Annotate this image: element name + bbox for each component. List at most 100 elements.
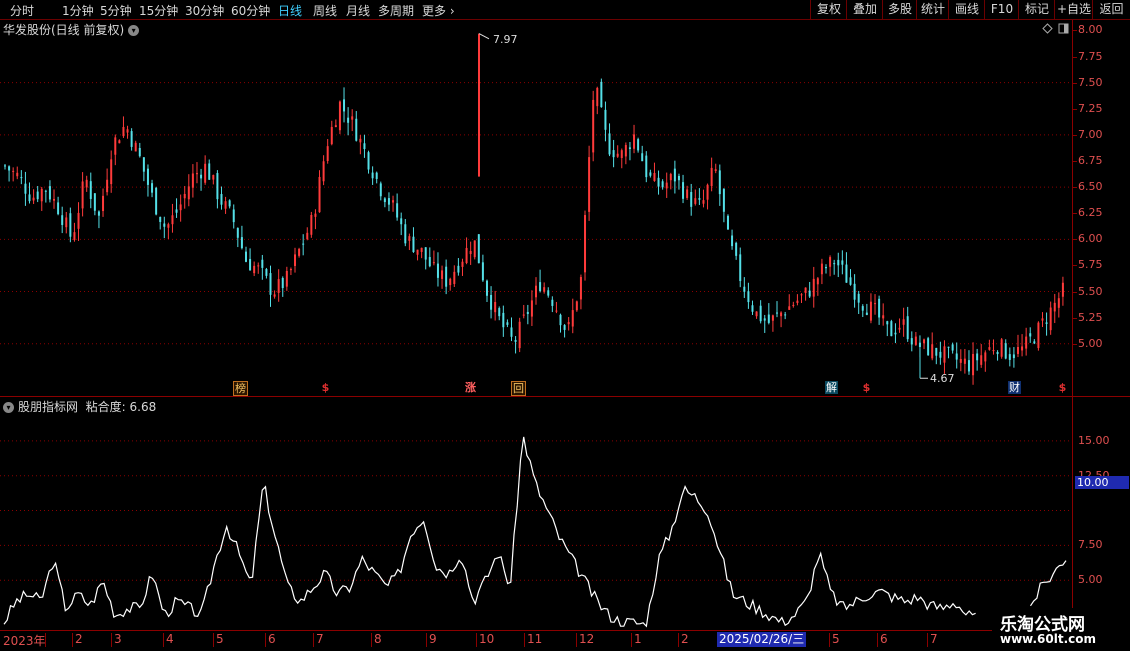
candle-body xyxy=(347,117,350,123)
marker-cai[interactable]: 财 xyxy=(1008,381,1021,394)
candle-body xyxy=(494,301,497,313)
time-label: 5 xyxy=(216,632,224,646)
candlestick-chart[interactable]: 7.97 4.67 xyxy=(0,20,1072,396)
fuquan-button[interactable]: 复权 xyxy=(810,0,847,19)
candle-body xyxy=(151,183,154,193)
candle-body xyxy=(535,285,537,298)
candle-body xyxy=(371,172,374,179)
candle-body xyxy=(584,215,587,273)
period-tab-60min[interactable]: 60分钟 xyxy=(231,2,270,19)
indicator-name: 股朋指标网 xyxy=(18,400,79,414)
period-tab-monthly[interactable]: 月线 xyxy=(346,2,370,19)
candle-body xyxy=(1037,322,1040,349)
marker-hui[interactable]: 回 xyxy=(511,381,526,396)
candle-body xyxy=(490,294,493,310)
marker-dollar[interactable]: $ xyxy=(860,381,873,394)
candle-body xyxy=(898,327,901,330)
candle-body xyxy=(763,318,766,321)
indicator-tick-label: 15.00 xyxy=(1078,433,1110,447)
marker-dollar[interactable]: $ xyxy=(1056,381,1069,394)
marker-zhang[interactable]: 涨 xyxy=(464,381,477,394)
period-tab-weekly[interactable]: 周线 xyxy=(313,2,337,19)
candle-body xyxy=(665,182,668,189)
price-tick-mark xyxy=(1072,82,1077,84)
period-tab-15min[interactable]: 15分钟 xyxy=(139,2,178,19)
candle-body xyxy=(992,349,995,352)
candle-body xyxy=(722,188,725,212)
candle-body xyxy=(461,261,464,267)
candle-body xyxy=(825,267,828,269)
time-divider xyxy=(163,633,164,647)
candle-body xyxy=(61,215,64,225)
candle-body xyxy=(216,173,219,200)
candle-body xyxy=(857,293,860,303)
candle-body xyxy=(65,217,68,228)
price-tick-label: 7.00 xyxy=(1078,127,1103,141)
candle-body xyxy=(134,142,137,152)
f10-button[interactable]: F10 xyxy=(984,0,1019,19)
candle-body xyxy=(183,193,186,199)
multi-stock-button[interactable]: 多股 xyxy=(882,0,917,19)
period-tab-30min[interactable]: 30分钟 xyxy=(185,2,224,19)
candle-body xyxy=(767,314,770,323)
candle-body xyxy=(653,172,656,181)
time-divider xyxy=(877,633,878,647)
high-pointer xyxy=(478,33,490,40)
overlay-button[interactable]: 叠加 xyxy=(846,0,883,19)
candle-body xyxy=(265,269,268,276)
period-tab-1min[interactable]: 1分钟 xyxy=(62,2,94,19)
dropdown-icon[interactable]: ▾ xyxy=(3,402,14,413)
candle-body xyxy=(363,143,366,150)
marker-dollar[interactable]: $ xyxy=(319,381,332,394)
period-tab-fenshi[interactable]: 分时 xyxy=(10,2,34,19)
time-label: 10 xyxy=(479,632,495,646)
stats-button[interactable]: 统计 xyxy=(916,0,949,19)
period-tab-more[interactable]: 更多 › xyxy=(422,2,455,19)
candle-body xyxy=(28,194,31,202)
candle-body xyxy=(220,194,223,205)
candle-body xyxy=(436,263,439,278)
period-tab-5min[interactable]: 5分钟 xyxy=(100,2,132,19)
candle-body xyxy=(886,321,889,325)
period-tab-daily[interactable]: 日线 xyxy=(278,2,302,19)
candle-body xyxy=(869,301,872,321)
indicator-chart[interactable] xyxy=(0,413,1072,629)
add-favorite-button[interactable]: +自选 xyxy=(1054,0,1093,19)
candle-body xyxy=(441,270,444,279)
candle-body xyxy=(269,273,272,295)
candle-body xyxy=(249,258,252,271)
price-tick-label: 5.00 xyxy=(1078,336,1103,350)
candle-body xyxy=(306,232,309,240)
back-button[interactable]: 返回 xyxy=(1092,0,1130,19)
candle-body xyxy=(326,146,329,162)
candle-body xyxy=(784,314,787,316)
time-divider xyxy=(524,633,525,647)
draw-line-button[interactable]: 画线 xyxy=(948,0,985,19)
candle-body xyxy=(1025,336,1028,349)
marker-jie[interactable]: 解 xyxy=(825,381,838,394)
time-label: 4 xyxy=(166,632,174,646)
candle-body xyxy=(910,338,913,345)
marker-bang[interactable]: 榜 xyxy=(233,381,248,396)
candle-body xyxy=(673,168,676,182)
candle-body xyxy=(465,247,468,264)
price-tick-mark xyxy=(1072,30,1077,32)
candle-body xyxy=(976,353,979,361)
candle-body xyxy=(714,169,717,171)
candle-body xyxy=(1000,339,1003,357)
candle-body xyxy=(927,338,930,356)
candle-body xyxy=(1016,346,1019,354)
candle-body xyxy=(469,250,472,255)
candle-body xyxy=(816,278,819,285)
time-axis: 2023年 2 3 4 5 6 7 8 9 10 11 12 1 2 2025/… xyxy=(0,630,1130,651)
candle-body xyxy=(204,163,207,183)
candle-body xyxy=(212,175,215,180)
candle-body xyxy=(179,204,182,211)
period-tab-multi[interactable]: 多周期 xyxy=(378,2,414,19)
candle-body xyxy=(314,213,317,217)
candle-body xyxy=(285,270,288,287)
mark-button[interactable]: 标记 xyxy=(1018,0,1055,19)
time-divider xyxy=(213,633,214,647)
candle-body xyxy=(571,310,574,327)
candle-body xyxy=(53,198,56,201)
